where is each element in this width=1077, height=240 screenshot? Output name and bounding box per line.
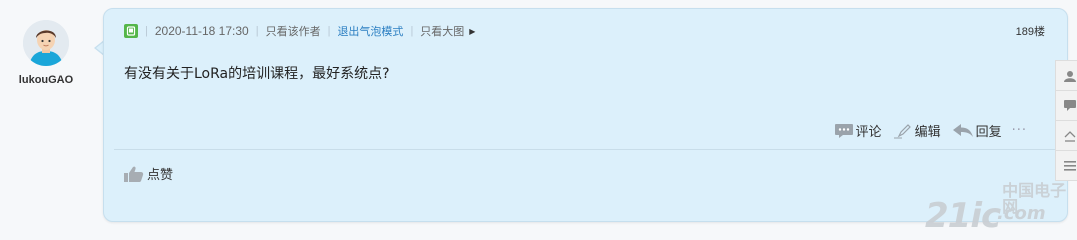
side-toolbar: [1055, 60, 1077, 181]
post-actions: 评论 编辑 回复 ···: [823, 121, 1027, 140]
top-icon: [1064, 130, 1076, 142]
reply-arrow-icon: [952, 123, 973, 137]
more-options-button[interactable]: ···: [1012, 123, 1027, 138]
meta-separator: |: [255, 25, 259, 37]
comment-icon: [834, 123, 853, 138]
post-bubble: | 2020-11-18 17:30 | 只看该作者 | 退出气泡模式 | 只看…: [103, 8, 1068, 222]
meta-separator: |: [327, 25, 331, 37]
profile-tool-button[interactable]: [1055, 60, 1077, 91]
author-name[interactable]: lukouGAO: [0, 74, 92, 86]
like-button[interactable]: 点赞: [124, 164, 173, 183]
post-meta: | 2020-11-18 17:30 | 只看该作者 | 退出气泡模式 | 只看…: [124, 23, 1045, 39]
triangle-right-icon[interactable]: ▶: [469, 27, 475, 36]
edit-label: 编辑: [914, 125, 941, 140]
list-tool-button[interactable]: [1055, 150, 1077, 181]
edit-button[interactable]: 编辑: [893, 121, 941, 140]
brand-watermark: 21ic 中国电子网 .com: [925, 183, 1077, 236]
only-author-link[interactable]: 只看该作者: [266, 23, 321, 39]
reply-button[interactable]: 回复: [952, 121, 1002, 140]
user-avatar-icon[interactable]: [23, 20, 69, 66]
list-icon: [1064, 160, 1076, 171]
exit-bubble-mode-link[interactable]: 退出气泡模式: [337, 23, 403, 39]
meta-separator: |: [410, 25, 414, 37]
comment-label: 评论: [855, 125, 882, 140]
back-to-top-button[interactable]: [1055, 120, 1077, 151]
profile-icon: [1064, 70, 1076, 82]
comment-tool-button[interactable]: [1055, 90, 1077, 121]
post-divider: [114, 149, 1057, 150]
pencil-icon: [893, 123, 911, 138]
thumbs-up-icon: [124, 166, 144, 182]
comment-icon: [1064, 99, 1076, 111]
post-datetime: 2020-11-18 17:30: [154, 24, 249, 38]
like-label: 点赞: [147, 168, 174, 183]
meta-separator: |: [145, 25, 148, 37]
tablet-icon: [124, 24, 138, 38]
post-author: lukouGAO: [0, 20, 92, 86]
large-image-link[interactable]: 只看大图: [420, 23, 464, 39]
post-content: 有没有关于LoRa的培训课程，最好系统点?: [124, 66, 390, 82]
floor-number[interactable]: 189楼: [1016, 23, 1045, 39]
reply-label: 回复: [975, 125, 1002, 140]
watermark-logo-tail: .com: [997, 203, 1046, 224]
watermark-logo-big: 21ic: [925, 196, 1001, 236]
comment-button[interactable]: 评论: [834, 121, 882, 140]
